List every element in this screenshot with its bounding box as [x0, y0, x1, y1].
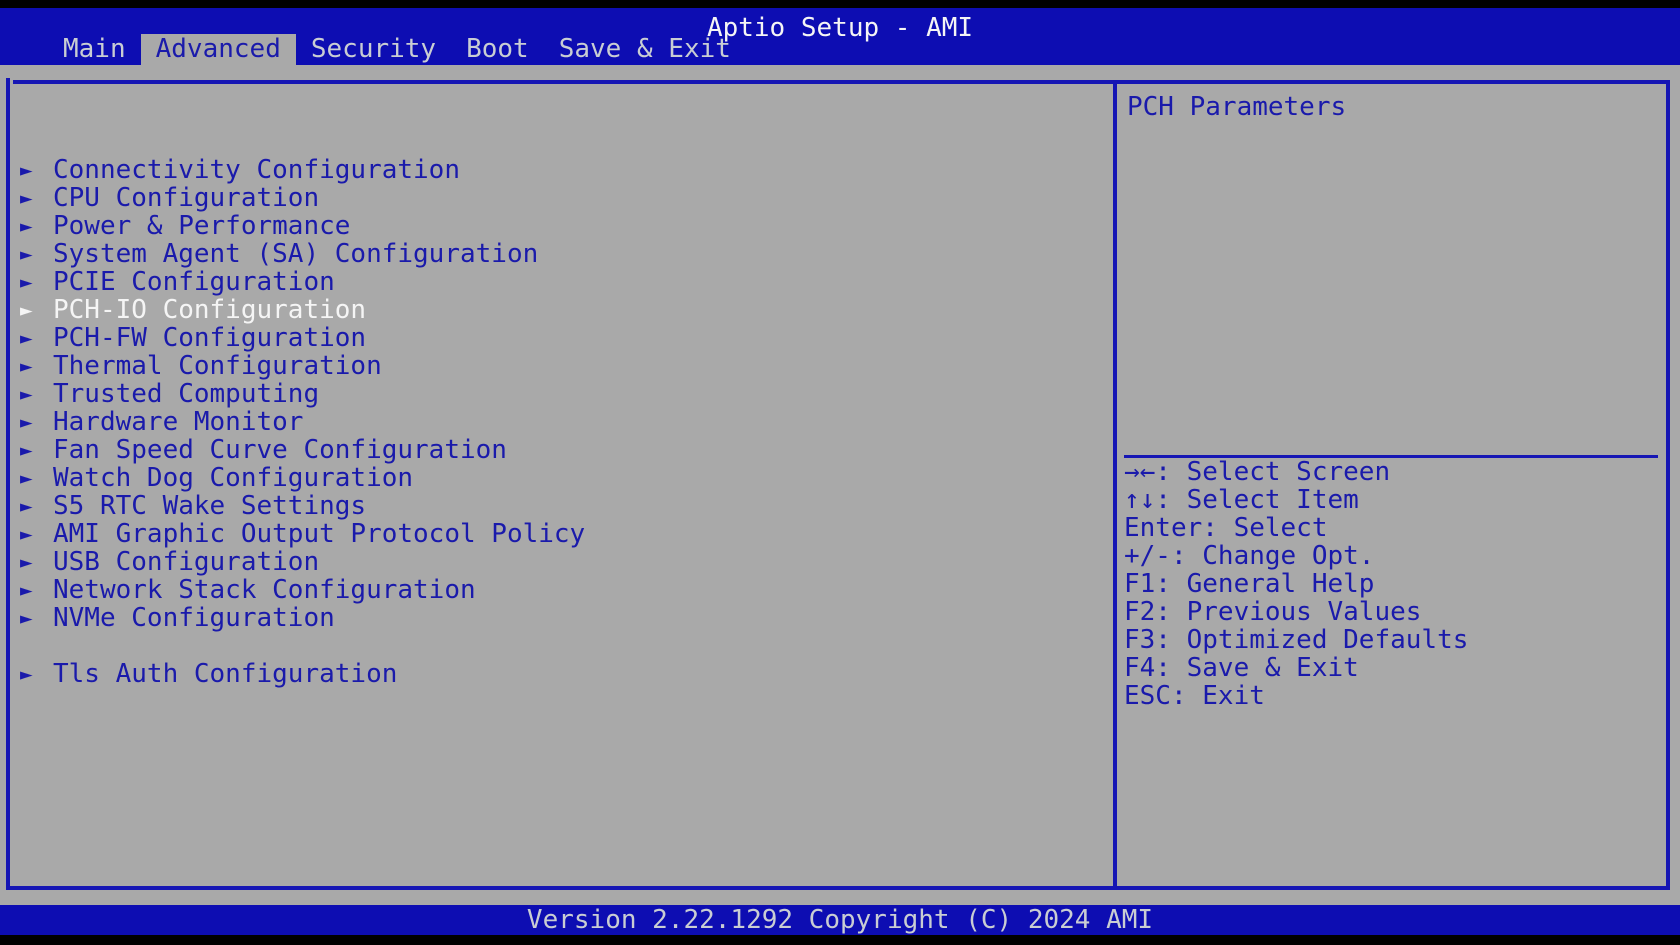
- menu-item-label: Power & Performance: [53, 211, 350, 241]
- tab-security[interactable]: Security: [296, 34, 451, 65]
- submenu-arrow-icon: ►: [20, 352, 53, 380]
- menu-item-nvme-configuration[interactable]: ►NVMe Configuration: [20, 604, 585, 632]
- bios-screen: Aptio Setup - AMI MainAdvancedSecurityBo…: [0, 0, 1680, 945]
- submenu-arrow-icon: ►: [20, 268, 53, 296]
- hotkey-legend: →←: Select Screen↑↓: Select ItemEnter: S…: [1124, 458, 1468, 710]
- menu-item-network-stack-configuration[interactable]: ►Network Stack Configuration: [20, 576, 585, 604]
- panel-divider: [1113, 80, 1117, 890]
- menu-item-label: AMI Graphic Output Protocol Policy: [53, 519, 585, 549]
- submenu-arrow-icon: ►: [20, 296, 53, 324]
- hotkey-row: Enter: Select: [1124, 514, 1468, 542]
- hotkey-row: F3: Optimized Defaults: [1124, 626, 1468, 654]
- menu-item-label: USB Configuration: [53, 547, 319, 577]
- hotkey-row: →←: Select Screen: [1124, 458, 1468, 486]
- menu-item-label: S5 RTC Wake Settings: [53, 491, 366, 521]
- submenu-arrow-icon: ►: [20, 492, 53, 520]
- menu-item-label: Network Stack Configuration: [53, 575, 476, 605]
- submenu-arrow-icon: ►: [20, 240, 53, 268]
- menu-item-label: PCH-IO Configuration: [53, 295, 366, 325]
- menu-item-hardware-monitor[interactable]: ►Hardware Monitor: [20, 408, 585, 436]
- menu-item-label: System Agent (SA) Configuration: [53, 239, 538, 269]
- menu-item-label: Connectivity Configuration: [53, 155, 460, 185]
- hotkey-row: +/-: Change Opt.: [1124, 542, 1468, 570]
- content-frame-top: [13, 80, 1666, 84]
- hotkey-row: ESC: Exit: [1124, 682, 1468, 710]
- menu-item-label: CPU Configuration: [53, 183, 319, 213]
- menu-item-label: Hardware Monitor: [53, 407, 303, 437]
- submenu-arrow-icon: ►: [20, 184, 53, 212]
- menu-item-power-performance[interactable]: ►Power & Performance: [20, 212, 585, 240]
- menu-item-trusted-computing[interactable]: ►Trusted Computing: [20, 380, 585, 408]
- menu-item-system-agent-sa-configuration[interactable]: ►System Agent (SA) Configuration: [20, 240, 585, 268]
- menu-item-ami-graphic-output-protocol-policy[interactable]: ►AMI Graphic Output Protocol Policy: [20, 520, 585, 548]
- submenu-arrow-icon: ►: [20, 604, 53, 632]
- menu-item-label: Thermal Configuration: [53, 351, 382, 381]
- submenu-arrow-icon: ►: [20, 464, 53, 492]
- menu-item-connectivity-configuration[interactable]: ►Connectivity Configuration: [20, 156, 585, 184]
- menu-item-label: Fan Speed Curve Configuration: [53, 435, 507, 465]
- menu-item-thermal-configuration[interactable]: ►Thermal Configuration: [20, 352, 585, 380]
- submenu-arrow-icon: ►: [20, 548, 53, 576]
- main-area: ►Connectivity Configuration►CPU Configur…: [0, 65, 1680, 905]
- menu-item-pch-io-configuration[interactable]: ►PCH-IO Configuration: [20, 296, 585, 324]
- tab-advanced[interactable]: Advanced: [141, 34, 296, 65]
- menu-spacer: [20, 632, 585, 660]
- menu-item-label: PCIE Configuration: [53, 267, 335, 297]
- submenu-arrow-icon: ►: [20, 576, 53, 604]
- menu-item-pcie-configuration[interactable]: ►PCIE Configuration: [20, 268, 585, 296]
- menu-item-pch-fw-configuration[interactable]: ►PCH-FW Configuration: [20, 324, 585, 352]
- content-frame-bottom: [8, 886, 1668, 890]
- submenu-arrow-icon: ►: [20, 156, 53, 184]
- settings-menu: ►Connectivity Configuration►CPU Configur…: [20, 156, 585, 688]
- hotkey-row: F1: General Help: [1124, 570, 1468, 598]
- tab-main[interactable]: Main: [48, 34, 141, 65]
- menu-item-label: Trusted Computing: [53, 379, 319, 409]
- help-description: PCH Parameters: [1127, 92, 1346, 122]
- menu-item-fan-speed-curve-configuration[interactable]: ►Fan Speed Curve Configuration: [20, 436, 585, 464]
- submenu-arrow-icon: ►: [20, 520, 53, 548]
- menu-item-watch-dog-configuration[interactable]: ►Watch Dog Configuration: [20, 464, 585, 492]
- menu-item-label: Tls Auth Configuration: [53, 659, 397, 689]
- menu-item-s5-rtc-wake-settings[interactable]: ►S5 RTC Wake Settings: [20, 492, 585, 520]
- version-text: Version 2.22.1292 Copyright (C) 2024 AMI: [527, 905, 1153, 935]
- menu-item-cpu-configuration[interactable]: ►CPU Configuration: [20, 184, 585, 212]
- menu-item-tls-auth-configuration[interactable]: ►Tls Auth Configuration: [20, 660, 585, 688]
- title-bar: Aptio Setup - AMI MainAdvancedSecurityBo…: [0, 8, 1680, 65]
- submenu-arrow-icon: ►: [20, 408, 53, 436]
- content-frame-right: [1666, 80, 1670, 890]
- submenu-arrow-icon: ►: [20, 660, 53, 688]
- menu-tab-bar: MainAdvancedSecurityBootSave & Exit: [48, 34, 746, 65]
- tab-boot[interactable]: Boot: [451, 34, 544, 65]
- submenu-arrow-icon: ►: [20, 436, 53, 464]
- menu-item-label: PCH-FW Configuration: [53, 323, 366, 353]
- hotkey-row: F2: Previous Values: [1124, 598, 1468, 626]
- hotkey-row: ↑↓: Select Item: [1124, 486, 1468, 514]
- version-bar: Version 2.22.1292 Copyright (C) 2024 AMI: [0, 905, 1680, 935]
- menu-item-usb-configuration[interactable]: ►USB Configuration: [20, 548, 585, 576]
- submenu-arrow-icon: ►: [20, 324, 53, 352]
- menu-item-label: Watch Dog Configuration: [53, 463, 413, 493]
- content-frame-left: [6, 78, 10, 890]
- hotkey-row: F4: Save & Exit: [1124, 654, 1468, 682]
- submenu-arrow-icon: ►: [20, 212, 53, 240]
- tab-save-exit[interactable]: Save & Exit: [544, 34, 746, 65]
- submenu-arrow-icon: ►: [20, 380, 53, 408]
- menu-item-label: NVMe Configuration: [53, 603, 335, 633]
